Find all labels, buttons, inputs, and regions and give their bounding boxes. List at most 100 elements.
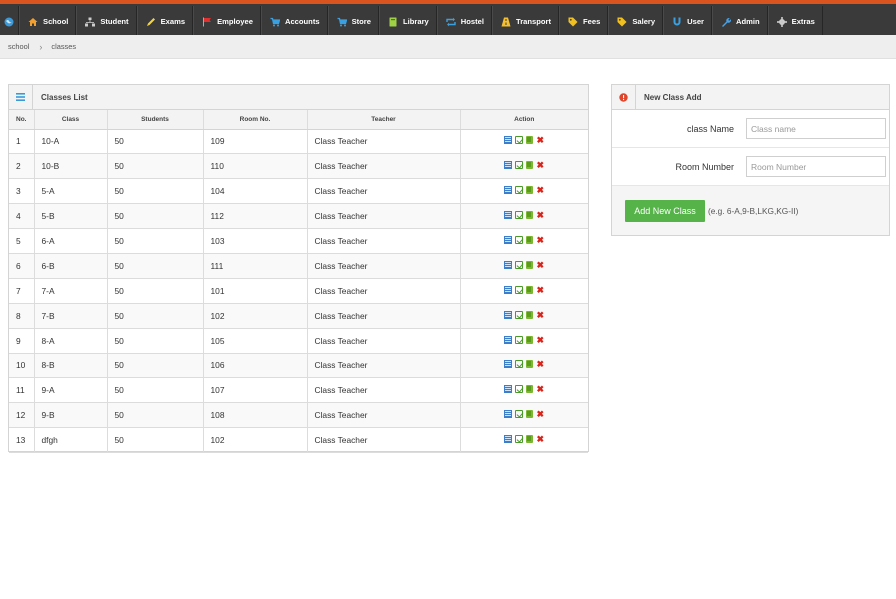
flag-icon <box>202 17 212 27</box>
table-cell: 103 <box>203 228 308 254</box>
nav-fees-button[interactable]: Fees <box>559 6 609 37</box>
action-cell: ✖ <box>460 303 588 329</box>
nav-transport-button[interactable]: Transport <box>491 6 559 37</box>
delete-icon[interactable]: ✖ <box>536 186 544 195</box>
edit-icon[interactable] <box>515 335 524 344</box>
book-icon[interactable] <box>526 186 534 195</box>
view-details-icon[interactable] <box>504 385 513 394</box>
nav-exams-button[interactable]: Exams <box>136 6 194 37</box>
delete-icon[interactable]: ✖ <box>536 236 544 245</box>
book-icon[interactable] <box>526 236 534 244</box>
nav-admin-button[interactable]: Admin <box>712 6 768 37</box>
edit-icon[interactable] <box>515 186 524 195</box>
table-cell: 9 <box>9 328 35 354</box>
table-cell: 12 <box>9 402 35 429</box>
book-icon[interactable] <box>526 435 534 444</box>
add-new-class-button[interactable]: Add New Class <box>625 199 705 222</box>
view-details-icon[interactable] <box>504 410 513 419</box>
edit-icon[interactable] <box>515 211 524 220</box>
book-icon[interactable] <box>526 360 534 369</box>
table-cell: 1 <box>9 129 35 155</box>
delete-icon[interactable]: ✖ <box>536 310 544 319</box>
view-details-icon[interactable] <box>504 435 513 444</box>
delete-icon[interactable]: ✖ <box>536 161 544 170</box>
view-details-icon[interactable] <box>504 310 513 319</box>
view-details-icon[interactable] <box>504 260 513 269</box>
road-icon <box>501 17 511 27</box>
book-icon[interactable] <box>526 410 534 419</box>
view-details-icon[interactable] <box>504 285 513 294</box>
view-details-icon[interactable] <box>504 186 513 195</box>
delete-icon[interactable]: ✖ <box>536 410 544 419</box>
book-icon[interactable] <box>526 211 534 220</box>
home-globe-button[interactable] <box>0 6 19 37</box>
magnet-icon <box>672 17 682 27</box>
breadcrumb-school-link[interactable]: school <box>8 42 29 51</box>
book-icon[interactable] <box>526 385 534 394</box>
nav-store-button[interactable]: Store <box>327 6 379 37</box>
edit-icon[interactable] <box>515 285 524 294</box>
delete-icon[interactable]: ✖ <box>536 335 544 344</box>
table-row: 9 8-A 50 105 Class Teacher ✖ <box>9 328 588 354</box>
view-details-icon[interactable] <box>504 161 513 170</box>
column-header[interactable]: Students <box>107 110 204 130</box>
view-details-icon[interactable] <box>504 211 513 220</box>
action-cell: ✖ <box>460 203 588 230</box>
table-cell: Class Teacher <box>307 129 461 155</box>
nav-hostel-button[interactable]: Hostel <box>436 6 492 37</box>
table-cell: 9-A <box>34 377 108 404</box>
table-cell: 101 <box>203 278 308 304</box>
delete-icon[interactable]: ✖ <box>536 285 544 294</box>
column-header[interactable]: Room No. <box>203 110 308 130</box>
view-details-icon[interactable] <box>504 136 513 145</box>
classes-list-panel: Classes List No. Class Students Room No.… <box>8 84 589 454</box>
room-number-input[interactable] <box>746 156 886 177</box>
book-icon[interactable] <box>526 161 534 170</box>
edit-icon[interactable] <box>515 310 524 319</box>
view-details-icon[interactable] <box>504 335 513 344</box>
class-name-row: class Name <box>612 110 889 148</box>
table-cell: 5 <box>9 228 35 254</box>
edit-icon[interactable] <box>515 161 524 170</box>
book-icon[interactable] <box>526 260 534 269</box>
edit-icon[interactable] <box>515 385 524 394</box>
delete-icon[interactable]: ✖ <box>536 385 544 394</box>
table-cell: 7-B <box>34 303 108 329</box>
book-icon[interactable] <box>526 335 534 344</box>
book-icon[interactable] <box>526 285 534 294</box>
column-header[interactable]: Class <box>34 110 108 130</box>
edit-icon[interactable] <box>515 410 524 419</box>
delete-icon[interactable]: ✖ <box>536 360 544 369</box>
edit-icon[interactable] <box>515 360 524 369</box>
column-header[interactable]: No. <box>9 110 35 130</box>
delete-icon[interactable]: ✖ <box>536 211 544 220</box>
edit-icon[interactable] <box>515 236 524 244</box>
class-name-input[interactable] <box>746 118 886 139</box>
edit-icon[interactable] <box>515 435 524 444</box>
column-header[interactable]: Teacher <box>307 110 461 130</box>
book-icon[interactable] <box>526 310 534 319</box>
table-cell: 50 <box>107 402 204 429</box>
book-icon[interactable] <box>526 136 534 145</box>
view-details-icon[interactable] <box>504 236 513 244</box>
nav-accounts-button[interactable]: Accounts <box>260 6 328 37</box>
nav-user-button[interactable]: User <box>663 6 713 37</box>
nav-library-button[interactable]: Library <box>379 6 437 37</box>
pencil-icon <box>146 17 156 27</box>
edit-icon[interactable] <box>515 136 524 145</box>
nav-student-button[interactable]: Student <box>76 6 137 37</box>
nav-employee-button[interactable]: Employee <box>193 6 261 37</box>
delete-icon[interactable]: ✖ <box>536 136 544 145</box>
nav-item-label: Store <box>351 17 371 26</box>
delete-icon[interactable]: ✖ <box>536 435 544 444</box>
edit-icon[interactable] <box>515 260 524 269</box>
nav-item-label: Exams <box>160 17 186 26</box>
classes-list-title: Classes List <box>41 92 88 102</box>
nav-salery-button[interactable]: Salery <box>608 6 664 37</box>
class-name-label: class Name <box>686 123 734 134</box>
table-row: 10 8-B 50 106 Class Teacher ✖ <box>9 353 588 379</box>
delete-icon[interactable]: ✖ <box>536 260 544 269</box>
view-details-icon[interactable] <box>504 360 513 369</box>
nav-school-button[interactable]: School <box>19 6 77 37</box>
nav-extras-button[interactable]: Extras <box>767 6 823 37</box>
